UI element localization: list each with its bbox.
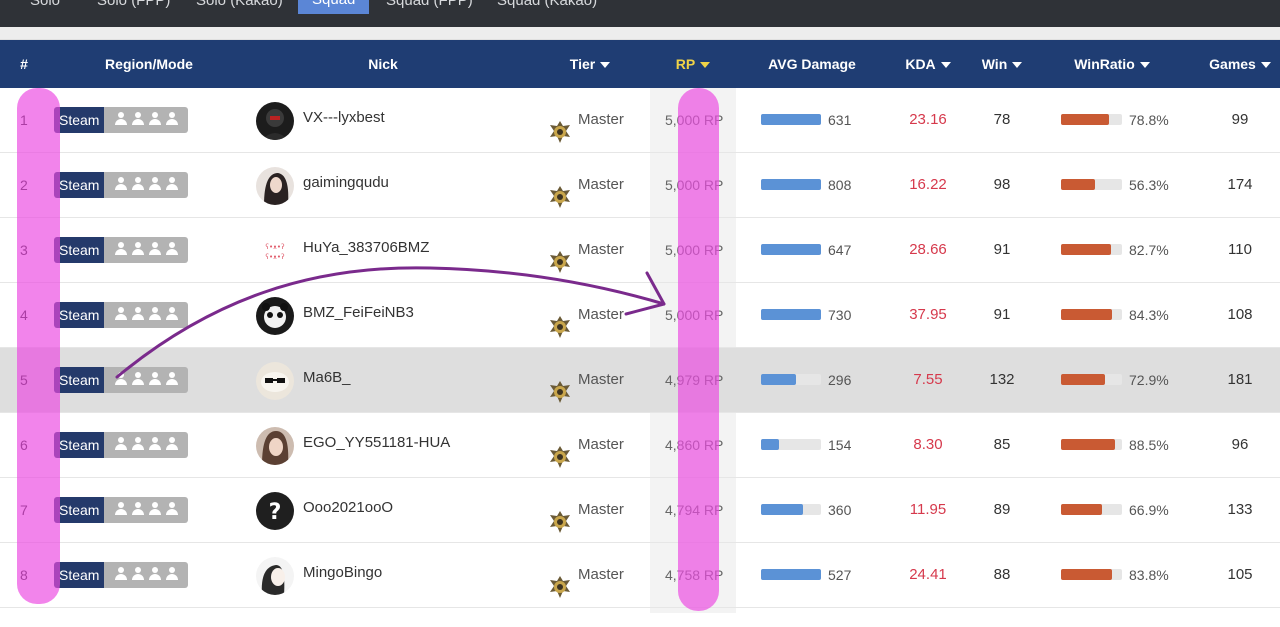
annotation-arrow: [115, 266, 666, 379]
